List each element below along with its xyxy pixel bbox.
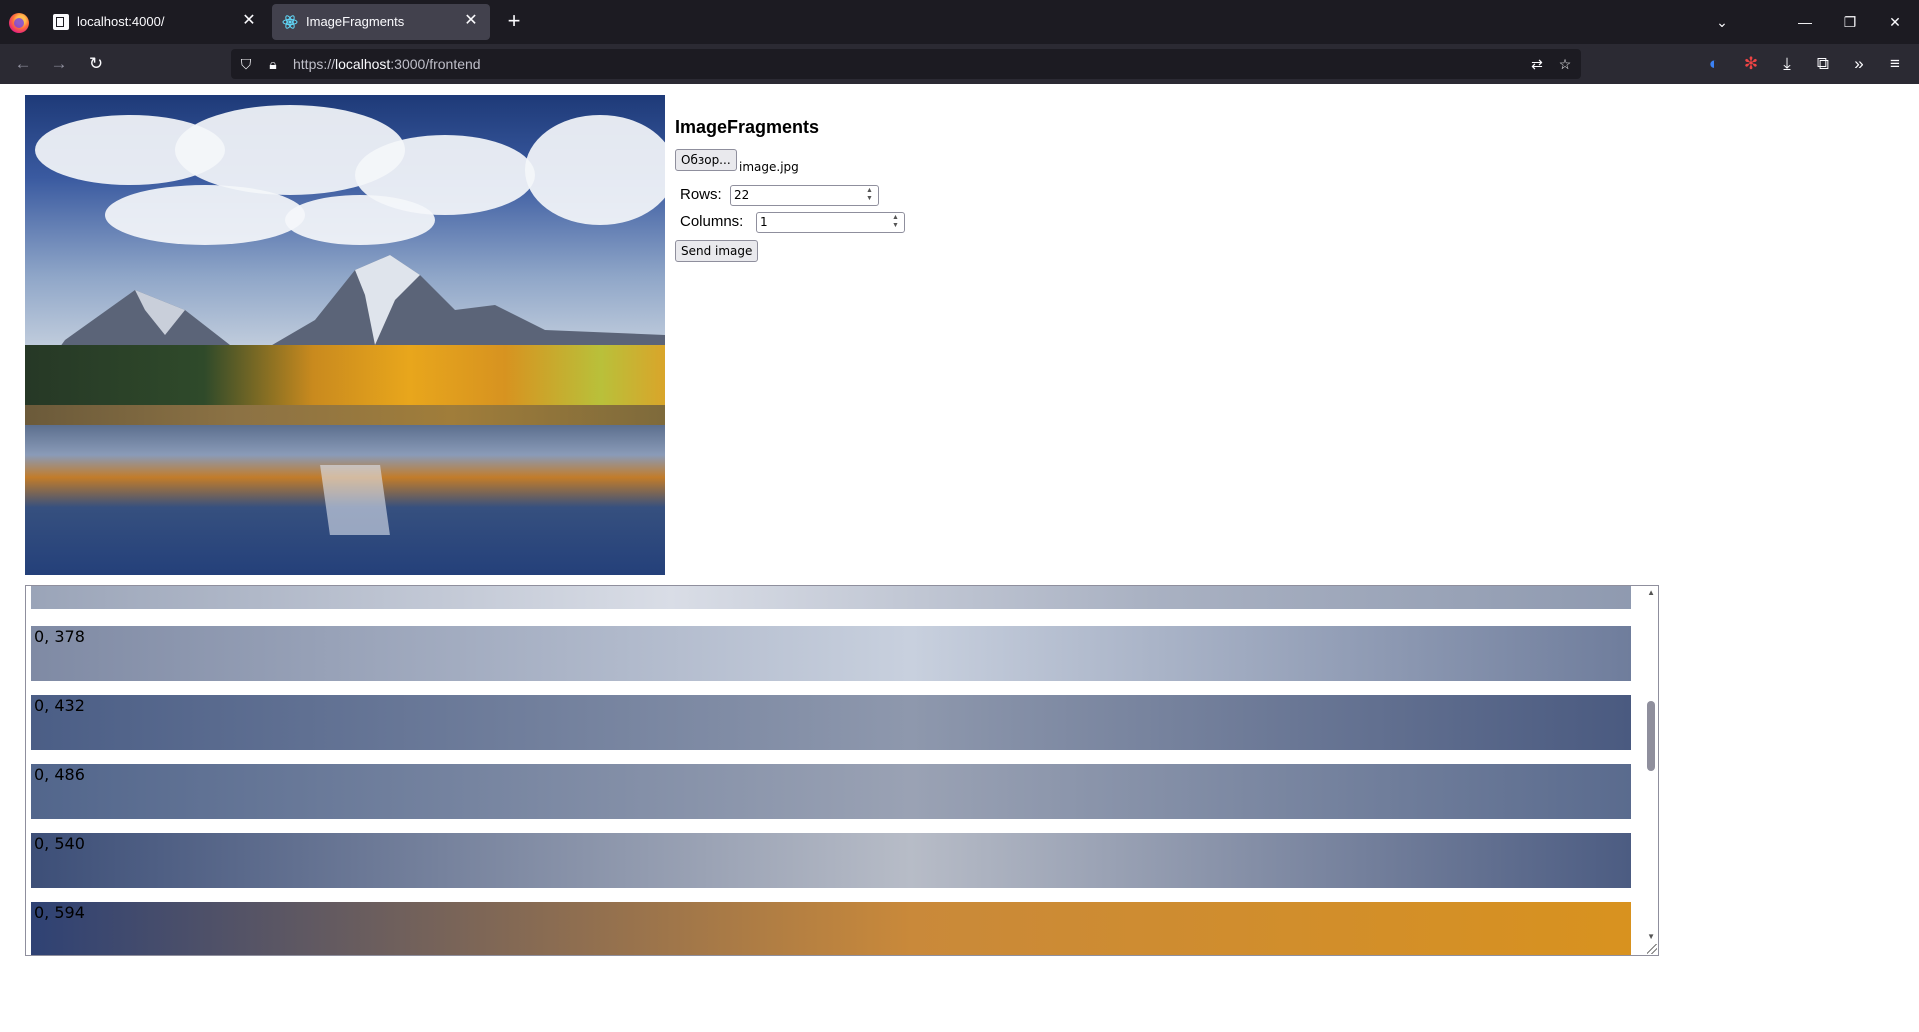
fragment-coordinates: 0, 594 <box>34 903 85 922</box>
url-bar[interactable]: ⛉ 🔒︎ https://localhost:3000/frontend ⇄ ☆ <box>231 49 1581 79</box>
resize-handle-icon[interactable] <box>1647 944 1657 954</box>
fragment-strip: 0, 432 <box>31 695 1631 750</box>
firefox-logo-icon[interactable] <box>9 13 29 33</box>
tracking-protection-icon[interactable]: ⛉ <box>237 55 255 73</box>
bookmark-star-icon[interactable]: ☆ <box>1556 55 1574 73</box>
fragment-coordinates: 0, 378 <box>34 627 85 646</box>
scrollbar-thumb[interactable] <box>1647 701 1655 771</box>
columns-input[interactable]: 1 ▲ ▼ <box>756 212 905 233</box>
fragment-strip: 0, 486 <box>31 764 1631 819</box>
uploaded-image-preview <box>25 95 665 575</box>
tab-bar: localhost:4000/ ✕ ImageFragments ✕ + ⌄ —… <box>0 0 1919 44</box>
close-icon[interactable]: ✕ <box>462 12 480 30</box>
fragments-scroll-container[interactable]: 0, 378 0, 432 0, 486 0, 540 0, 594 ▲ ▼ <box>25 585 1659 956</box>
fragment-coordinates: 0, 540 <box>34 834 85 853</box>
upload-form: ImageFragments Обзор... image.jpg Rows: … <box>675 84 1075 384</box>
navigation-bar: ← → ↻ ⛉ 🔒︎ https://localhost:3000/fronte… <box>0 44 1919 84</box>
back-button[interactable]: ← <box>11 52 35 76</box>
extension-edge-icon[interactable]: ◐ <box>1702 52 1726 76</box>
extensions-icon[interactable]: ⧉ <box>1811 52 1835 76</box>
url-text[interactable]: https://localhost:3000/frontend <box>293 56 481 72</box>
close-window-button[interactable]: ✕ <box>1883 10 1907 34</box>
columns-label: Columns: <box>680 213 744 230</box>
tab-title: localhost:4000/ <box>77 14 165 29</box>
new-tab-button[interactable]: + <box>503 10 525 33</box>
minimize-button[interactable]: — <box>1793 10 1817 34</box>
fragment-strip: 0, 594 <box>31 902 1631 955</box>
page-title: ImageFragments <box>675 117 820 137</box>
lock-icon[interactable]: 🔒︎ <box>264 55 282 73</box>
scroll-up-icon[interactable]: ▲ <box>1647 588 1655 597</box>
selected-file-name: image.jpg <box>739 160 799 174</box>
page-content: ImageFragments Обзор... image.jpg Rows: … <box>0 84 1919 1032</box>
document-icon <box>53 14 69 30</box>
downloads-icon[interactable]: ⤓ <box>1775 52 1799 76</box>
stepper-icon[interactable]: ▲ ▼ <box>889 214 902 231</box>
fragment-strip: 0, 540 <box>31 833 1631 888</box>
scroll-down-icon[interactable]: ▼ <box>1647 932 1655 941</box>
forward-button[interactable]: → <box>47 52 71 76</box>
tab-localhost-4000[interactable]: localhost:4000/ ✕ <box>43 4 268 40</box>
translate-icon[interactable]: ⇄ <box>1528 55 1546 73</box>
send-image-button[interactable]: Send image <box>675 240 759 262</box>
extension-colorful-icon[interactable]: ✻ <box>1739 52 1763 76</box>
reload-button[interactable]: ↻ <box>84 52 108 76</box>
rows-label: Rows: <box>680 186 722 203</box>
fragment-strip: 0, 378 <box>31 626 1631 681</box>
fragment-coordinates: 0, 486 <box>34 765 85 784</box>
more-tools-icon[interactable]: » <box>1847 52 1871 76</box>
rows-input[interactable]: 22 ▲ ▼ <box>730 185 879 206</box>
close-icon[interactable]: ✕ <box>240 12 258 30</box>
react-icon <box>282 14 298 30</box>
tab-imagefragments[interactable]: ImageFragments ✕ <box>272 4 490 40</box>
browse-button[interactable]: Обзор... <box>675 149 737 171</box>
scrollbar[interactable]: ▲ ▼ <box>1644 586 1658 955</box>
fragment-coordinates: 0, 432 <box>34 696 85 715</box>
fragment-strip-partial <box>31 586 1631 609</box>
stepper-icon[interactable]: ▲ ▼ <box>863 187 876 204</box>
list-all-tabs-icon[interactable]: ⌄ <box>1710 10 1734 34</box>
tab-title: ImageFragments <box>306 14 405 29</box>
menu-icon[interactable]: ≡ <box>1883 52 1907 76</box>
restore-button[interactable]: ❐ <box>1838 10 1862 34</box>
